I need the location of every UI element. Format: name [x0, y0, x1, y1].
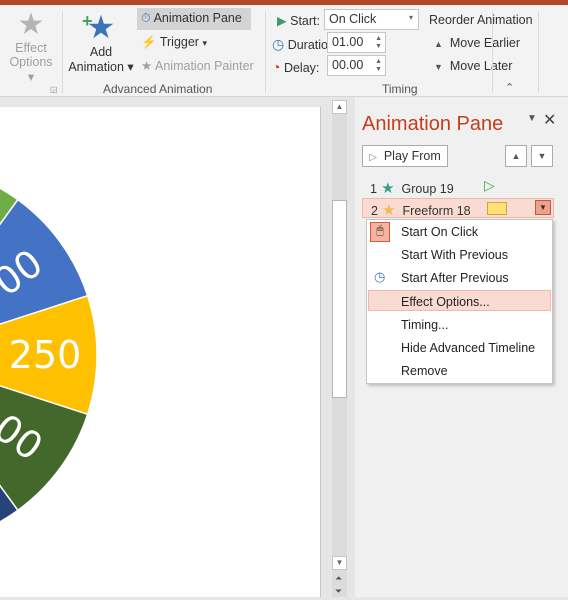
pane-options-icon[interactable]: ▼: [527, 113, 537, 124]
mouse-click-icon: 🖱: [370, 222, 390, 242]
lightning-icon: ⚡: [141, 35, 157, 49]
vertical-scrollbar[interactable]: ▲ ▼ ⏶ ⏷: [332, 100, 347, 597]
scroll-up-button[interactable]: ▲: [332, 100, 347, 114]
clock-icon: ◷: [374, 269, 386, 284]
animation-item-2[interactable]: 2 ★ Freeform 18 ▼: [362, 198, 554, 219]
move-earlier-button[interactable]: ▲ Move Earlier: [434, 36, 520, 50]
effect-options-button[interactable]: ★ Effect Options ▾: [5, 8, 57, 85]
segment-label: 250: [9, 333, 82, 377]
reorder-label: Reorder Animation: [429, 13, 533, 27]
star-icon: ★: [377, 202, 396, 219]
play-marker-icon: ▷: [484, 177, 495, 193]
triangle-down-icon: ▼: [434, 62, 443, 72]
play-icon: ▶: [277, 14, 287, 28]
previous-slide-icon[interactable]: ⏶: [335, 573, 342, 584]
ribbon: ★ Effect Options ▾ ◲ ★ + Add Animation ▾ …: [0, 5, 568, 97]
play-icon: ▷: [369, 152, 377, 163]
delay-label: ◔ Delay:: [272, 59, 320, 75]
timeline-bar: [487, 202, 507, 215]
move-up-button[interactable]: ▲: [505, 145, 527, 167]
menu-start-after-previous[interactable]: Start After Previous: [401, 271, 509, 285]
delay-icon: ◔: [272, 59, 281, 75]
menu-remove[interactable]: Remove: [401, 364, 448, 378]
duration-spinner[interactable]: 01.00 ▲ ▼: [327, 32, 386, 53]
animation-item-1[interactable]: 1 ★ Group 19 ▷: [362, 176, 554, 198]
menu-start-with-previous[interactable]: Start With Previous: [401, 248, 508, 262]
animation-pane: Animation Pane ▼ ✕ ▷ Play From ▲ ▼ 1 ★ G…: [355, 97, 568, 597]
trigger-button[interactable]: ⚡ Trigger ▾: [141, 35, 207, 50]
animation-pane-button[interactable]: ⏱ Animation Pane: [137, 8, 251, 30]
context-menu: 🖱 Start On Click Start With Previous ◷ S…: [366, 219, 553, 384]
menu-start-on-click[interactable]: Start On Click: [401, 225, 478, 239]
star-icon: ★: [376, 180, 395, 197]
move-down-button[interactable]: ▼: [531, 145, 553, 167]
scroll-thumb[interactable]: [332, 200, 347, 398]
menu-timing[interactable]: Timing...: [401, 318, 448, 332]
scroll-down-button[interactable]: ▼: [332, 556, 347, 570]
clock-icon: ◷: [272, 36, 285, 52]
start-label: ▶ Start:: [277, 14, 320, 28]
animation-pane-icon: ⏱: [141, 11, 151, 25]
triangle-up-icon: ▲: [434, 39, 443, 49]
pane-title: Animation Pane: [362, 113, 504, 135]
star-icon: ★: [17, 8, 45, 41]
collapse-ribbon-icon[interactable]: ⌃: [505, 81, 514, 94]
add-animation-button[interactable]: ★ + Add Animation ▾: [66, 9, 136, 74]
painter-icon: ★: [141, 59, 153, 73]
item-dropdown-button[interactable]: ▼: [535, 200, 551, 215]
next-slide-icon[interactable]: ⏷: [335, 586, 342, 597]
move-later-button[interactable]: ▼ Move Later: [434, 59, 512, 73]
menu-effect-options[interactable]: Effect Options...: [401, 295, 490, 309]
chevron-down-icon: ▾: [408, 13, 413, 22]
start-dropdown[interactable]: On Click ▾: [324, 9, 419, 30]
add-star-icon: ★ +: [82, 9, 116, 45]
dialog-launcher-icon[interactable]: ◲: [50, 85, 58, 94]
close-icon[interactable]: ✕: [543, 110, 556, 130]
animation-painter-button[interactable]: ★ Animation Painter: [141, 58, 254, 73]
delay-spinner[interactable]: 00.00 ▲ ▼: [327, 55, 386, 76]
slide-canvas[interactable]: 00 250 00: [0, 107, 321, 597]
menu-hide-advanced-timeline[interactable]: Hide Advanced Timeline: [401, 341, 535, 355]
prize-wheel: 0025000: [0, 187, 98, 523]
play-from-button[interactable]: ▷ Play From: [362, 145, 448, 167]
